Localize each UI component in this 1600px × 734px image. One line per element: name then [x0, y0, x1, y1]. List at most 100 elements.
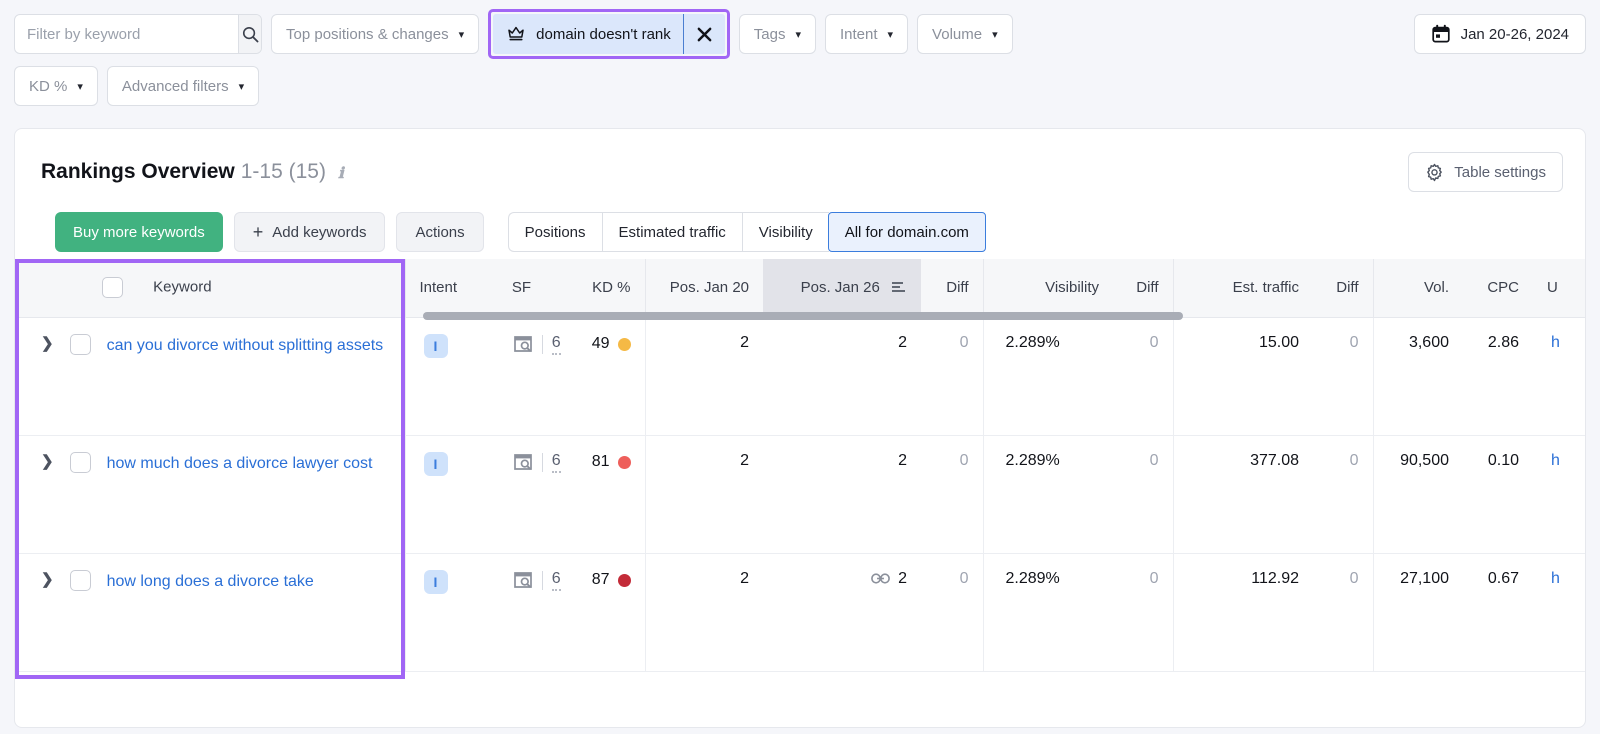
actions-label: Actions — [415, 223, 465, 241]
keyword-link[interactable]: how long does a divorce take — [107, 570, 314, 593]
cell-intent: I — [404, 435, 467, 554]
cell-est-traffic: 112.92 — [1172, 553, 1313, 672]
expand-row-chevron-icon[interactable]: ❯ — [41, 334, 54, 352]
close-x-icon — [697, 27, 712, 41]
expand-row-chevron-icon[interactable]: ❯ — [41, 452, 54, 470]
serp-feature-icon[interactable] — [513, 453, 533, 471]
date-range-picker[interactable]: Jan 20-26, 2024 — [1413, 14, 1586, 54]
column-header-pos-diff[interactable]: Diff — [921, 259, 983, 318]
cell-keyword: ❯ how long does a divorce take — [15, 553, 405, 672]
gear-icon — [1427, 163, 1443, 181]
action-toolbar: Buy more keywords + Add keywords Actions… — [15, 193, 1585, 253]
expand-row-chevron-icon[interactable]: ❯ — [41, 570, 54, 588]
row-checkbox[interactable] — [69, 451, 91, 473]
volume-dropdown[interactable]: Volume ▾ — [917, 14, 1013, 54]
column-header-intent[interactable]: Intent — [404, 259, 467, 318]
active-filter-highlight-box: domain doesn't rank — [488, 9, 730, 59]
cell-pos-diff: 0 — [921, 553, 983, 672]
cell-pos-jan26: 2 — [763, 317, 921, 436]
search-input[interactable] — [15, 15, 238, 53]
column-header-est-traffic[interactable]: Est. traffic — [1172, 259, 1313, 318]
row-checkbox[interactable] — [69, 569, 91, 591]
rankings-overview-card: Rankings Overview 1-15 (15) ℹ Table settin… — [14, 128, 1586, 728]
keyword-link[interactable]: can you divorce without splitting assets — [107, 334, 384, 357]
pos-jan26-value: 2 — [898, 569, 907, 587]
column-header-pos-jan26[interactable]: Pos. Jan 26 — [763, 259, 921, 318]
column-header-kd[interactable]: KD % — [545, 259, 645, 318]
column-header-cpc[interactable]: CPC — [1463, 259, 1533, 318]
column-header-sf[interactable]: SF — [467, 259, 545, 318]
column-header-volume[interactable]: Vol. — [1372, 259, 1463, 318]
column-header-keyword[interactable]: Keyword — [15, 259, 405, 318]
actions-button[interactable]: Actions — [396, 212, 484, 252]
info-icon[interactable]: ℹ — [338, 166, 344, 182]
select-all-checkbox[interactable] — [102, 277, 123, 299]
advanced-filters-label: Advanced filters — [121, 77, 229, 95]
table-header-row: Keyword Intent SF KD % Pos. Jan 20 Pos. … — [15, 259, 1585, 318]
table-settings-button[interactable]: Table settings — [1408, 152, 1563, 192]
table-row: ❯ how long does a divorce take I 6 87 2 … — [15, 553, 1585, 672]
cell-url[interactable]: h — [1533, 553, 1585, 672]
search-button[interactable] — [238, 15, 261, 53]
positions-changes-label: Top positions & changes — [286, 25, 449, 43]
rankings-table-container: Keyword Intent SF KD % Pos. Jan 20 Pos. … — [15, 259, 1585, 679]
cell-pos-diff: 0 — [921, 435, 983, 554]
cell-cpc: 2.86 — [1463, 317, 1533, 436]
positions-changes-dropdown[interactable]: Top positions & changes ▾ — [271, 14, 480, 54]
intent-badge[interactable]: I — [423, 333, 448, 358]
tab-all-for-domain[interactable]: All for domain.com — [827, 212, 986, 252]
cell-url[interactable]: h — [1533, 317, 1585, 436]
column-header-pos-jan26-label: Pos. Jan 26 — [800, 279, 880, 297]
remove-filter-button[interactable] — [682, 14, 725, 54]
sf-divider — [541, 570, 543, 590]
intent-dropdown[interactable]: Intent ▾ — [824, 14, 909, 54]
intent-badge[interactable]: I — [423, 569, 448, 594]
kd-dropdown[interactable]: KD % ▾ — [14, 66, 98, 106]
cell-pos-jan20: 2 — [644, 317, 763, 436]
serp-feature-icon[interactable] — [513, 571, 533, 589]
cell-est-traffic: 377.08 — [1172, 435, 1313, 554]
chevron-down-icon: ▾ — [458, 28, 465, 41]
sf-count[interactable]: 6 — [551, 452, 561, 473]
table-row: ❯ can you divorce without splitting asse… — [15, 317, 1585, 436]
date-range-label: Jan 20-26, 2024 — [1460, 25, 1569, 43]
horizontal-scrollbar-thumb[interactable] — [423, 312, 1183, 320]
sf-kd-group: 6 87 — [481, 570, 631, 591]
table-row: ❯ how much does a divorce lawyer cost I — [15, 435, 1585, 554]
kd-label: KD % — [29, 77, 68, 95]
tab-positions[interactable]: Positions — [507, 212, 602, 252]
cell-url[interactable]: h — [1533, 435, 1585, 554]
tab-estimated-traffic[interactable]: Estimated traffic — [601, 212, 742, 252]
tab-visibility[interactable]: Visibility — [741, 212, 829, 252]
table-body: ❯ can you divorce without splitting asse… — [15, 317, 1585, 672]
intent-badge[interactable]: I — [423, 451, 448, 476]
cell-traffic-diff: 0 — [1313, 553, 1373, 672]
sf-count[interactable]: 6 — [551, 334, 561, 355]
view-tabs: Positions Estimated traffic Visibility A… — [507, 212, 986, 252]
cell-sf-kd: 6 87 — [467, 553, 645, 672]
horizontal-scrollbar[interactable] — [414, 311, 1585, 321]
sf-kd-group: 6 49 — [481, 334, 631, 355]
column-header-visibility[interactable]: Visibility — [982, 259, 1113, 318]
column-header-traffic-diff[interactable]: Diff — [1313, 259, 1373, 318]
cell-pos-jan26: 2 — [763, 435, 921, 554]
search-icon — [242, 26, 258, 42]
volume-label: Volume — [932, 25, 983, 43]
keyword-link[interactable]: how much does a divorce lawyer cost — [107, 452, 373, 475]
result-range: 1-15 (15) — [240, 160, 326, 183]
advanced-filters-dropdown[interactable]: Advanced filters ▾ — [106, 66, 260, 106]
column-header-visibility-diff[interactable]: Diff — [1113, 259, 1173, 318]
keyword-filter-group — [14, 14, 262, 54]
calendar-icon — [1431, 24, 1450, 43]
tags-dropdown[interactable]: Tags ▾ — [738, 14, 816, 54]
buy-more-keywords-button[interactable]: Buy more keywords — [55, 212, 223, 252]
column-header-url[interactable]: U — [1533, 259, 1585, 318]
row-checkbox[interactable] — [69, 333, 91, 355]
serp-feature-icon[interactable] — [513, 335, 533, 353]
active-filter-chip[interactable]: domain doesn't rank — [493, 14, 725, 54]
keyword-cell-content: ❯ how long does a divorce take — [29, 569, 391, 593]
sf-count[interactable]: 6 — [551, 570, 561, 591]
cell-sf-kd: 6 81 — [467, 435, 645, 554]
column-header-pos-jan20[interactable]: Pos. Jan 20 — [644, 259, 763, 318]
add-keywords-button[interactable]: + Add keywords — [233, 212, 386, 252]
